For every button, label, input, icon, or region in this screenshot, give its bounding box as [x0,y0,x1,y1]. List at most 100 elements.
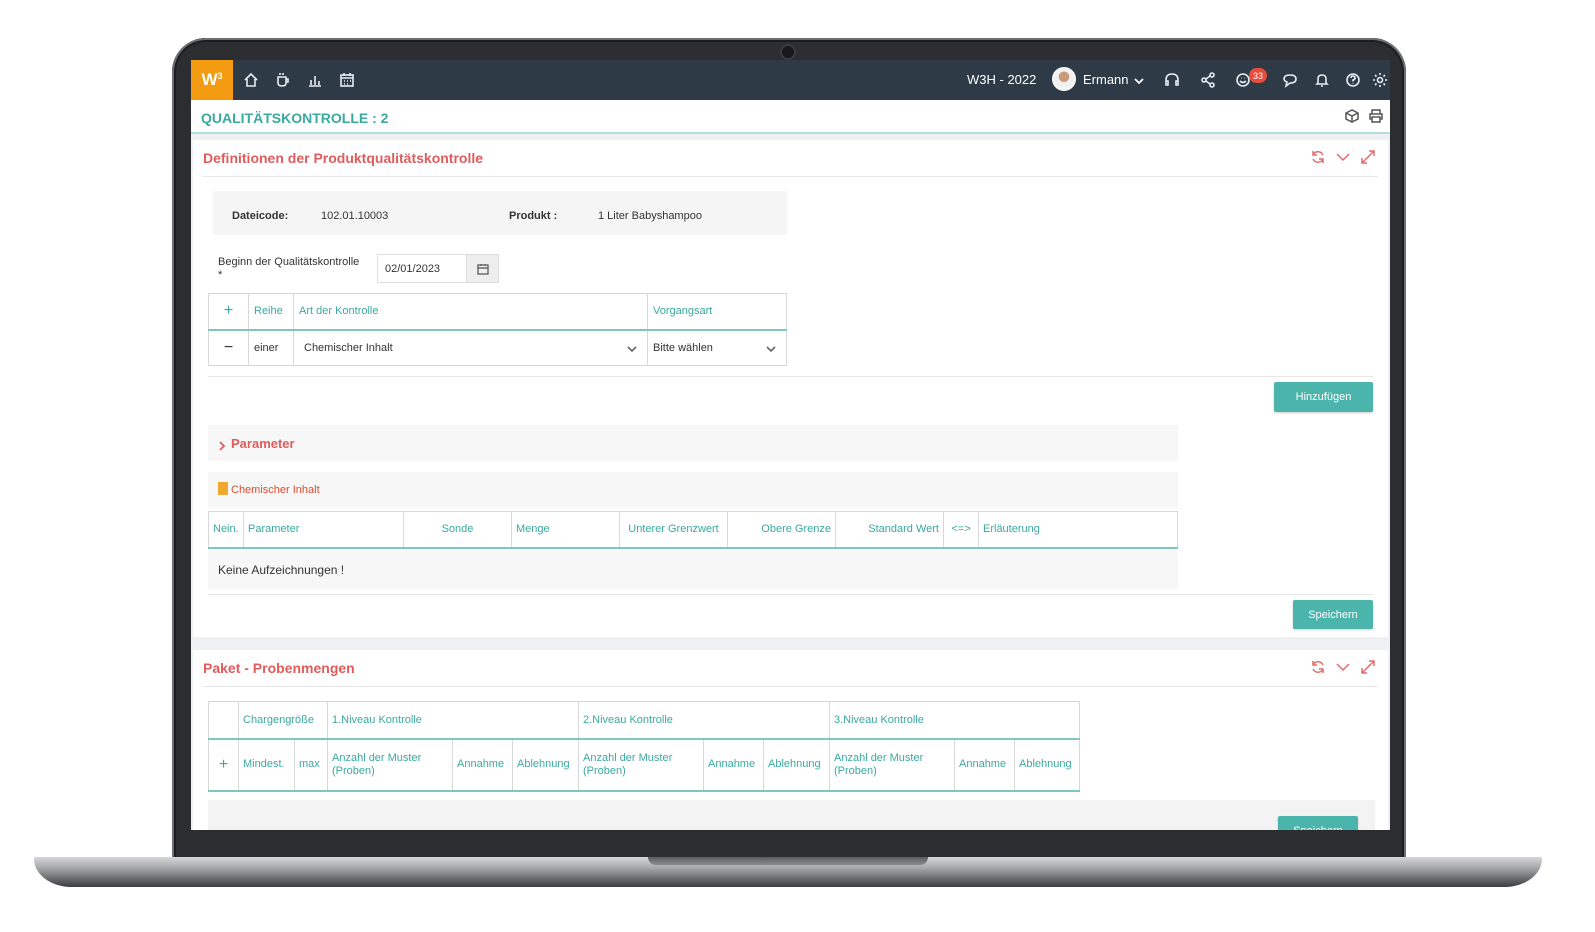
file-code-label: Dateicode: [232,210,289,222]
column-header: Nein. [208,511,244,549]
panel-title: Definitionen der Produktqualitätskontrol… [203,150,484,166]
calendar-icon [476,263,489,275]
coffee-icon[interactable] [273,70,293,90]
chevron-down-icon [766,344,776,354]
column-header: Unterer Grenzwert [619,511,728,549]
column-header: Chargengröße [238,701,328,740]
column-header: Anzahl der Muster (Proben) [327,738,453,792]
column-header: Reihe [248,293,294,331]
column-header: Annahme [703,738,764,792]
chart-icon[interactable] [305,70,325,90]
parameter-label: Parameter [231,436,295,451]
product-label: Produkt : [509,210,558,222]
column-header: <=> [943,511,979,549]
add-row-button[interactable]: + [208,293,249,331]
add-row-button[interactable]: + [208,738,239,792]
column-header: Anzahl der Muster (Proben) [578,738,704,792]
refresh-icon[interactable] [1310,659,1326,675]
parameter-table: Nein. Parameter Sonde Menge Unterer Gren… [208,511,1178,549]
column-header: Standard Wert [835,511,944,549]
chevron-down-icon [627,344,637,354]
control-type-select[interactable]: Chemischer Inhalt [293,329,648,366]
share-icon[interactable] [1198,70,1218,90]
parameter-section-toggle[interactable]: Parameter [208,425,1178,461]
column-header: 2.Niveau Kontrolle [578,701,830,740]
column-header: Ablehnung [512,738,579,792]
expand-icon[interactable] [1360,149,1376,165]
panel-tools [1310,149,1376,165]
fiscal-year[interactable]: W3H - 2022 [967,72,1036,87]
sample-quantity-table: Chargengröße 1.Niveau Kontrolle 2.Niveau… [208,701,1080,792]
chevron-right-icon [217,438,227,451]
add-button[interactable]: Hinzufügen [1274,382,1373,412]
quality-definition-panel: Definitionen der Produktqualitätskontrol… [193,140,1388,637]
file-code-value: 102.01.10003 [321,210,389,222]
divider [208,376,1373,377]
bell-icon[interactable] [1312,70,1332,90]
product-value: 1 Liter Babyshampoo [598,210,702,222]
panel-tools [1310,659,1376,675]
notification-badge: 33 [1249,68,1267,83]
calendar-icon[interactable] [337,70,357,90]
column-header: 3.Niveau Kontrolle [829,701,1080,740]
headset-icon[interactable] [1162,70,1182,90]
column-header [208,701,239,740]
table-row: − einer Chemischer Inhalt Bitte wählen [208,329,787,366]
start-date-input[interactable]: 02/01/2023 [377,254,467,283]
column-header: Annahme [954,738,1015,792]
column-header: Parameter [243,511,404,549]
column-header: Sonde [403,511,512,549]
column-header: Ablehnung [763,738,830,792]
column-header: Anzahl der Muster (Proben) [829,738,955,792]
camera [782,46,794,58]
avatar[interactable] [1052,67,1076,91]
table-footer [208,800,1375,830]
chemical-content-label: Chemischer Inhalt [231,484,320,496]
laptop-notch [648,857,928,865]
user-name[interactable]: Ermann [1083,72,1129,87]
sample-quantity-panel: Paket - Probenmengen Chargengröße 1.Nive… [193,650,1388,830]
remove-row-button[interactable]: − [208,329,249,366]
column-header: 1.Niveau Kontrolle [327,701,579,740]
refresh-icon[interactable] [1310,149,1326,165]
print-icon[interactable] [1368,108,1384,124]
column-header: Erläuterung [978,511,1178,549]
chemical-content-header: Chemischer Inhalt [208,472,1178,508]
column-header: Obere Grenze [727,511,836,549]
page-title: QUALITÄTSKONTROLLE : 2 [201,110,389,126]
column-header: Menge [511,511,620,549]
column-header: Mindest. [238,738,295,792]
collapse-icon[interactable] [1335,659,1351,675]
document-icon [218,482,228,495]
gear-icon[interactable] [1370,70,1390,90]
page-header: QUALITÄTSKONTROLLE : 2 [191,100,1390,134]
box-icon[interactable] [1344,108,1360,124]
app-screen: W3 W3H - 2022 Ermann 33 QUALITÄTSKONTROL… [191,60,1390,830]
column-header: Ablehnung [1014,738,1080,792]
divider [203,686,1378,687]
divider [208,594,1373,595]
chevron-down-icon[interactable] [1133,74,1145,86]
empty-state: Keine Aufzeichnungen ! [208,549,1178,589]
column-header: Annahme [452,738,513,792]
column-header: Art der Kontrolle [293,293,648,331]
top-navbar: W3 W3H - 2022 Ermann 33 [191,60,1390,100]
panel-title: Paket - Probenmengen [203,660,355,676]
save-button[interactable]: Speichern [1293,600,1373,629]
chat-icon[interactable] [1280,70,1300,90]
start-date-label: Beginn der Qualitätskontrolle * [218,256,360,281]
column-header: max [294,738,328,792]
calendar-button[interactable] [466,254,499,283]
product-info-box: Dateicode: 102.01.10003 Produkt : 1 Lite… [213,191,787,235]
save-button[interactable]: Speichern [1278,816,1358,830]
control-type-table: + Reihe Art der Kontrolle Vorgangsart − … [208,293,787,366]
column-header: Vorgangsart [647,293,787,331]
app-logo[interactable]: W3 [191,60,233,100]
collapse-icon[interactable] [1335,149,1351,165]
divider [203,176,1378,177]
help-icon[interactable] [1343,70,1363,90]
process-type-select[interactable]: Bitte wählen [647,329,787,366]
home-icon[interactable] [241,70,261,90]
row-number: einer [248,329,294,366]
expand-icon[interactable] [1360,659,1376,675]
